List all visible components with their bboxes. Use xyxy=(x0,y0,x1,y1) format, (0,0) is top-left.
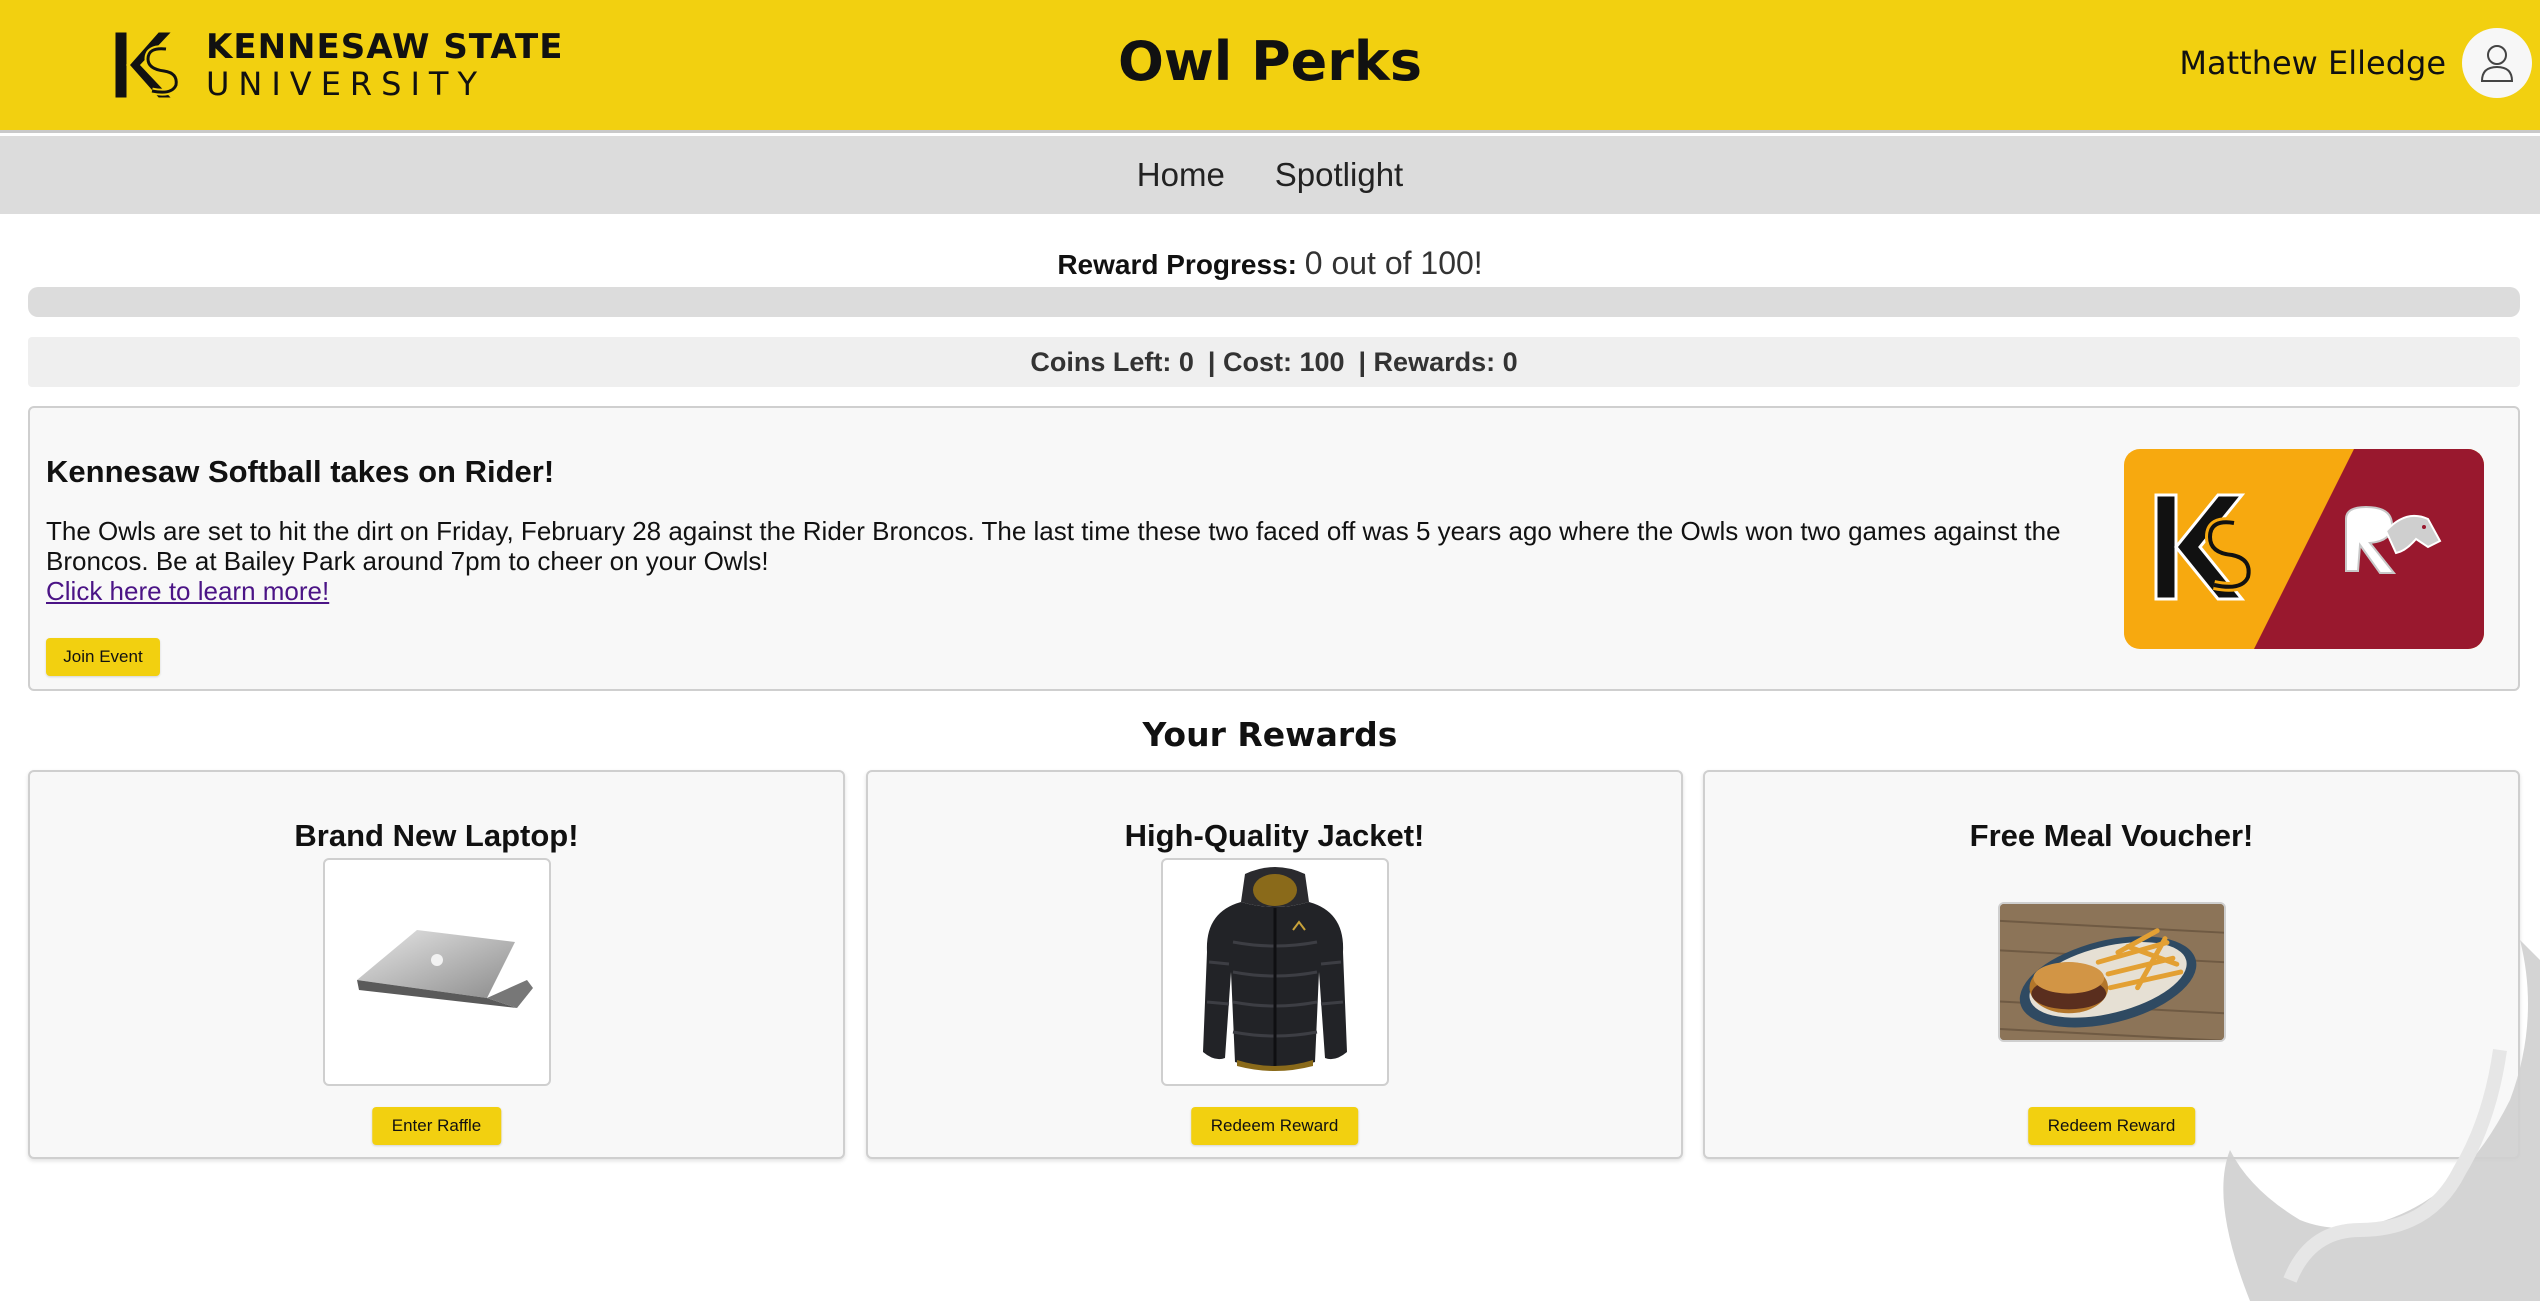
user-icon xyxy=(2480,45,2514,82)
reward-card-meal: Free Meal Voucher! Redeem Reward xyxy=(1703,770,2520,1159)
reward-card-jacket: High-Quality Jacket! Redeem Reward xyxy=(866,770,1683,1159)
rewards-count: | Rewards: 0 xyxy=(1358,346,1518,377)
nav-item-home[interactable]: Home xyxy=(1137,156,1225,194)
ksu-vs-rider-graphic xyxy=(2124,449,2484,649)
learn-more-link[interactable]: Click here to learn more! xyxy=(46,576,329,607)
redeem-jacket-button[interactable]: Redeem Reward xyxy=(1190,1107,1359,1145)
event-matchup-image xyxy=(2124,449,2484,649)
reward-progress-title: Reward Progress: xyxy=(1057,249,1297,280)
enter-raffle-button[interactable]: Enter Raffle xyxy=(371,1107,502,1145)
coins-left: Coins Left: 0 xyxy=(1030,346,1194,377)
meal-icon xyxy=(1999,904,2224,1040)
rewards-heading: Your Rewards xyxy=(1142,715,1398,754)
meal-image xyxy=(1997,902,2226,1042)
jacket-icon xyxy=(1202,867,1347,1071)
reward-title: Brand New Laptop! xyxy=(294,818,579,853)
reward-cost: | Cost: 100 xyxy=(1207,346,1345,377)
coins-summary: Coins Left: 0 | Cost: 100 | Rewards: 0 xyxy=(28,337,2520,387)
reward-title: Free Meal Voucher! xyxy=(1969,818,2254,853)
app-title: Owl Perks xyxy=(1118,30,1422,93)
event-description: The Owls are set to hit the dirt on Frid… xyxy=(46,516,2061,576)
top-header: KENNESAW STATE UNIVERSITY Owl Perks Matt… xyxy=(0,0,2540,133)
jacket-image xyxy=(1160,858,1389,1086)
main-nav: Home Spotlight xyxy=(0,136,2540,214)
laptop-icon xyxy=(356,930,533,1008)
reward-card-laptop: Brand New Laptop! Enter Raffle xyxy=(28,770,845,1159)
event-card: Kennesaw Softball takes on Rider! The Ow… xyxy=(28,406,2520,691)
avatar[interactable] xyxy=(2462,28,2532,98)
join-event-button[interactable]: Join Event xyxy=(46,638,160,676)
user-name[interactable]: Matthew Elledge xyxy=(2179,44,2446,82)
user-menu[interactable]: Matthew Elledge xyxy=(2179,28,2532,98)
laptop-image xyxy=(322,858,551,1086)
reward-progress-label: Reward Progress: 0 out of 100! xyxy=(0,245,2540,282)
reward-progress-value: 0 out of 100! xyxy=(1304,245,1483,281)
redeem-meal-button[interactable]: Redeem Reward xyxy=(2027,1107,2196,1145)
reward-title: High-Quality Jacket! xyxy=(1124,818,1425,853)
event-title: Kennesaw Softball takes on Rider! xyxy=(46,454,555,489)
reward-progress-bar xyxy=(28,287,2520,317)
nav-item-spotlight[interactable]: Spotlight xyxy=(1275,156,1403,194)
